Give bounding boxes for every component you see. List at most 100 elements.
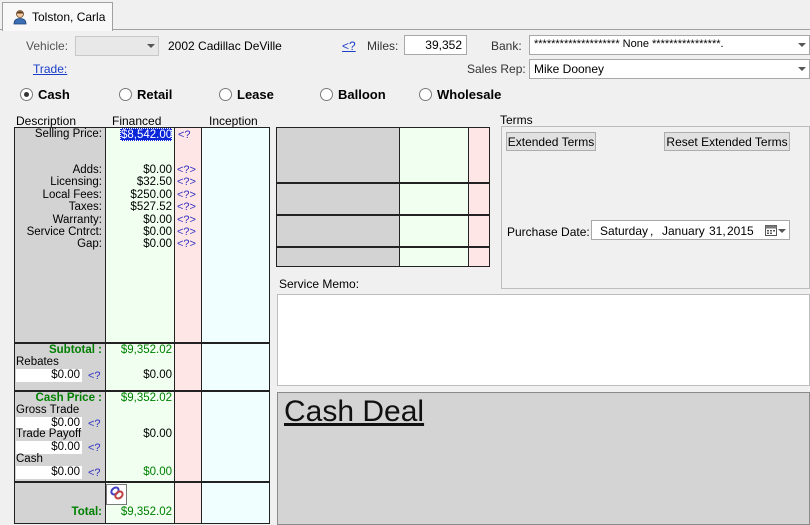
radio-cash-label: Cash bbox=[38, 87, 70, 102]
radio-lease[interactable]: Lease bbox=[219, 87, 274, 102]
deal-type-panel: Cash Deal bbox=[277, 392, 810, 525]
taxes-value: $527.52 bbox=[130, 201, 172, 214]
selling-price-lookup-link[interactable]: <? bbox=[178, 129, 191, 141]
tab-customer[interactable]: Tolston, Carla bbox=[2, 2, 113, 31]
cash-price-value: $9,352.02 bbox=[120, 392, 172, 404]
local-fees-label: Local Fees: bbox=[42, 188, 102, 201]
divider bbox=[277, 246, 489, 248]
purchase-date-year: 2015 bbox=[727, 224, 754, 238]
gap-lookup-link[interactable]: <?> bbox=[177, 238, 196, 250]
chevron-down-icon bbox=[798, 67, 806, 71]
deal-type-banner: Cash Deal bbox=[284, 395, 425, 428]
divider bbox=[277, 182, 489, 184]
person-icon bbox=[12, 9, 28, 25]
rebates-value: $0.00 bbox=[143, 369, 172, 381]
service-memo-input[interactable] bbox=[277, 294, 810, 386]
chevron-down-icon[interactable] bbox=[778, 229, 786, 233]
subtotal-value: $9,352.02 bbox=[120, 344, 172, 356]
chain-link-icon bbox=[109, 485, 125, 504]
gap-value: $0.00 bbox=[143, 238, 172, 251]
subtotal-label: Subtotal : bbox=[48, 344, 102, 356]
vehicle-label: Vehicle: bbox=[26, 39, 69, 53]
radio-circle bbox=[419, 88, 432, 101]
reset-extended-terms-button[interactable]: Reset Extended Terms bbox=[664, 132, 790, 151]
vehicle-value: 2002 Cadillac DeVille bbox=[168, 39, 282, 53]
cash-label: Cash bbox=[16, 453, 43, 465]
line-values: $0.00 $32.50 $250.00 $527.52 $0.00 $0.00… bbox=[106, 164, 172, 251]
sales-rep-select[interactable]: Mike Dooney bbox=[529, 59, 810, 79]
gap-label: Gap: bbox=[77, 238, 102, 251]
col-header-inception: Inception bbox=[209, 114, 258, 128]
radio-circle bbox=[119, 88, 132, 101]
calendar-icon[interactable] bbox=[765, 224, 777, 239]
terms-title: Terms bbox=[500, 113, 533, 127]
service-contract-label: Service Cntrct: bbox=[26, 226, 102, 239]
warranty-label: Warranty: bbox=[52, 213, 102, 226]
service-contract-value: $0.00 bbox=[143, 226, 172, 239]
miles-input[interactable]: 39,352 bbox=[404, 35, 467, 55]
col-header-description: Description bbox=[16, 114, 77, 128]
sales-rep-value: Mike Dooney bbox=[534, 62, 605, 76]
local-fees-lookup-link[interactable]: <?> bbox=[177, 189, 196, 201]
radio-wholesale-label: Wholesale bbox=[437, 87, 502, 102]
trade-payoff-label: Trade Payoff bbox=[16, 428, 82, 440]
radio-cash[interactable]: Cash bbox=[20, 87, 70, 102]
total-value: $9,352.02 bbox=[120, 506, 172, 518]
radio-retail-label: Retail bbox=[137, 87, 173, 102]
vehicle-lookup-link[interactable]: <? bbox=[342, 39, 356, 53]
payment-grid bbox=[276, 127, 490, 267]
bank-label: Bank: bbox=[491, 39, 522, 53]
col-header-financed: Financed bbox=[112, 114, 162, 128]
purchase-date-separator: , bbox=[650, 224, 654, 238]
chevron-down-icon bbox=[798, 43, 806, 47]
radio-circle bbox=[219, 88, 232, 101]
gross-trade-lookup-link[interactable]: <? bbox=[88, 418, 101, 430]
purchase-date-label: Purchase Date: bbox=[507, 225, 590, 239]
tab-strip bbox=[0, 0, 810, 30]
rebates-label: Rebates bbox=[16, 356, 59, 368]
radio-circle bbox=[320, 88, 333, 101]
adds-lookup-link[interactable]: <?> bbox=[177, 164, 196, 176]
radio-circle bbox=[20, 88, 33, 101]
extended-terms-button[interactable]: Extended Terms bbox=[506, 132, 596, 151]
rebates-lookup-link[interactable]: <? bbox=[88, 370, 101, 382]
service-contract-lookup-link[interactable]: <?> bbox=[177, 226, 196, 238]
trade-link[interactable]: Trade: bbox=[33, 62, 67, 76]
licensing-value: $32.50 bbox=[136, 176, 172, 189]
link-button[interactable] bbox=[106, 484, 127, 505]
purchase-date-day: Saturday bbox=[600, 224, 649, 238]
warranty-lookup-link[interactable]: <?> bbox=[177, 214, 196, 226]
radio-lease-label: Lease bbox=[237, 87, 274, 102]
licensing-lookup-link[interactable]: <?> bbox=[177, 176, 196, 188]
service-memo-label: Service Memo: bbox=[279, 277, 360, 291]
cash-lookup-link[interactable]: <? bbox=[88, 467, 101, 479]
adds-value: $0.00 bbox=[143, 164, 172, 176]
taxes-lookup-link[interactable]: <?> bbox=[177, 201, 196, 213]
trade-payoff-lookup-link[interactable]: <? bbox=[88, 442, 101, 454]
radio-retail[interactable]: Retail bbox=[119, 87, 172, 102]
cash-price-label: Cash Price : bbox=[35, 392, 102, 404]
tab-customer-name: Tolston, Carla bbox=[32, 10, 106, 24]
cash-value: $0.00 bbox=[143, 466, 172, 478]
purchase-date-picker[interactable]: Saturday , January 31, 2015 bbox=[591, 220, 790, 240]
inception-column bbox=[202, 128, 269, 523]
trade-payoff-value: $0.00 bbox=[143, 428, 172, 440]
bank-value: ******************** None **************… bbox=[534, 38, 724, 50]
divider bbox=[15, 481, 269, 483]
line-lookups: <?> <?> <?> <?> <?> <?> <?> bbox=[177, 164, 196, 251]
sales-rep-label: Sales Rep: bbox=[467, 62, 526, 76]
radio-wholesale[interactable]: Wholesale bbox=[419, 87, 501, 102]
bank-select[interactable]: ******************** None **************… bbox=[529, 35, 810, 55]
rebates-input[interactable]: $0.00 bbox=[16, 369, 82, 382]
purchase-date-month: January bbox=[662, 224, 705, 238]
selling-price-label: Selling Price: bbox=[34, 128, 102, 140]
radio-balloon[interactable]: Balloon bbox=[320, 87, 386, 102]
warranty-value: $0.00 bbox=[143, 213, 172, 226]
licensing-label: Licensing: bbox=[50, 176, 102, 189]
selling-price-input[interactable]: $8,542.00 bbox=[120, 128, 172, 141]
cash-input[interactable]: $0.00 bbox=[16, 466, 82, 479]
divider bbox=[174, 128, 175, 523]
divider bbox=[201, 128, 202, 523]
gross-trade-label: Gross Trade bbox=[16, 404, 80, 416]
adds-label: Adds: bbox=[72, 164, 102, 176]
